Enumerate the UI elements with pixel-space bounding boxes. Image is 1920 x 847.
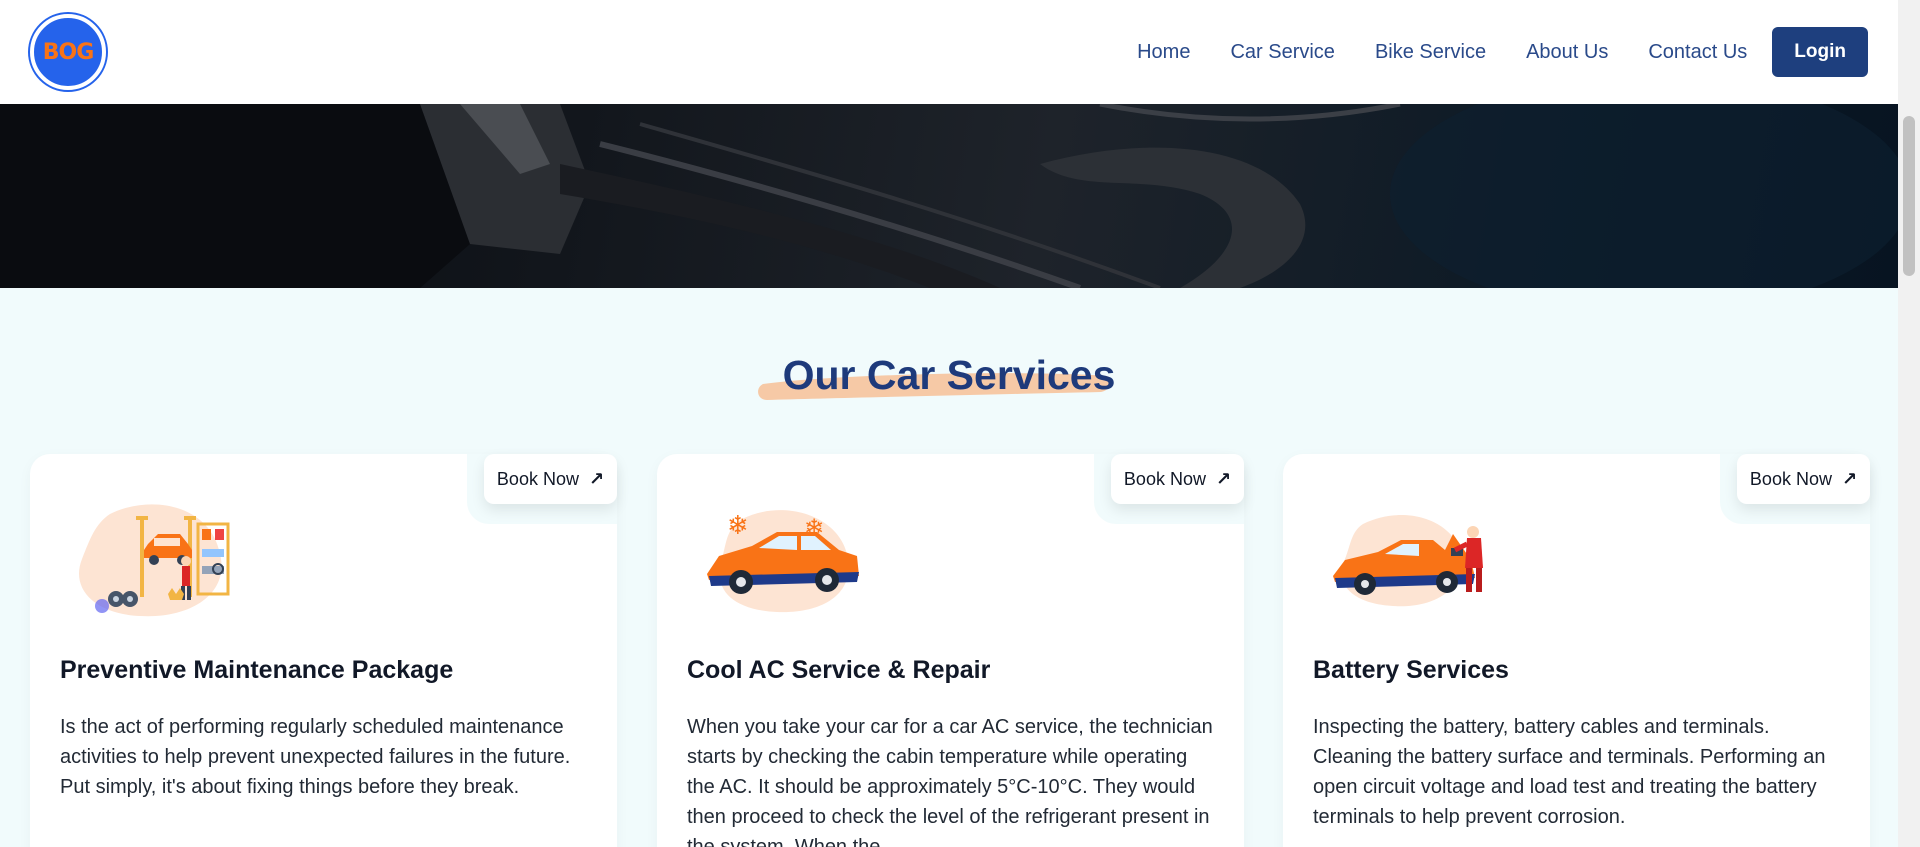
arrow-up-right-icon: ↗ xyxy=(588,468,605,489)
nav-about-us[interactable]: About Us xyxy=(1526,41,1608,64)
arrow-up-right-icon: ↗ xyxy=(1215,468,1232,489)
card-description: When you take your car for a car AC serv… xyxy=(687,716,1213,847)
logo-text: BOG xyxy=(42,39,95,65)
nav-car-service[interactable]: Car Service xyxy=(1230,41,1334,64)
book-now-label: Book Now xyxy=(1123,468,1206,489)
car-ac-illustration-icon: ❄ ❄ xyxy=(697,494,867,629)
nav-home[interactable]: Home xyxy=(1137,41,1190,64)
book-now-button[interactable]: Book Now ↗ xyxy=(1737,454,1870,504)
service-card-preventive-maintenance: Book Now ↗ Preventive Maintenance Packag… xyxy=(30,454,617,847)
book-now-button[interactable]: Book Now ↗ xyxy=(1111,454,1244,504)
main-nav: Home Car Service Bike Service About Us C… xyxy=(1097,27,1868,77)
service-card-battery: Book Now ↗ Battery Services Inspecting t… xyxy=(1283,454,1870,847)
battery-service-illustration-icon xyxy=(1323,494,1493,629)
maintenance-illustration-icon xyxy=(70,494,240,629)
svg-text:❄: ❄ xyxy=(727,511,749,541)
arrow-up-right-icon: ↗ xyxy=(1841,468,1858,489)
section-heading: Our Car Services xyxy=(0,352,1898,400)
svg-text:❄: ❄ xyxy=(804,514,824,542)
card-description: Inspecting the battery, battery cables a… xyxy=(1313,716,1826,828)
book-now-button[interactable]: Book Now ↗ xyxy=(484,454,617,504)
book-now-label: Book Now xyxy=(1749,468,1832,489)
page-scrollbar[interactable] xyxy=(1898,0,1920,847)
scrollbar-thumb[interactable] xyxy=(1903,116,1915,276)
service-card-ac-service: Book Now ↗ ❄ ❄ Cool AC Service & Repair … xyxy=(657,454,1244,847)
card-description: Is the act of performing regularly sched… xyxy=(60,716,571,798)
login-button[interactable]: Login xyxy=(1772,27,1868,77)
nav-contact-us[interactable]: Contact Us xyxy=(1648,41,1747,64)
site-header: BOG Home Car Service Bike Service About … xyxy=(0,0,1898,104)
card-title: Battery Services xyxy=(1313,656,1509,684)
site-logo[interactable]: BOG xyxy=(30,14,106,90)
hero-banner-image xyxy=(0,104,1898,288)
nav-bike-service[interactable]: Bike Service xyxy=(1375,41,1486,64)
card-title: Preventive Maintenance Package xyxy=(60,656,454,684)
card-title: Cool AC Service & Repair xyxy=(687,656,991,684)
section-title: Our Car Services xyxy=(782,352,1116,398)
book-now-label: Book Now xyxy=(496,468,579,489)
